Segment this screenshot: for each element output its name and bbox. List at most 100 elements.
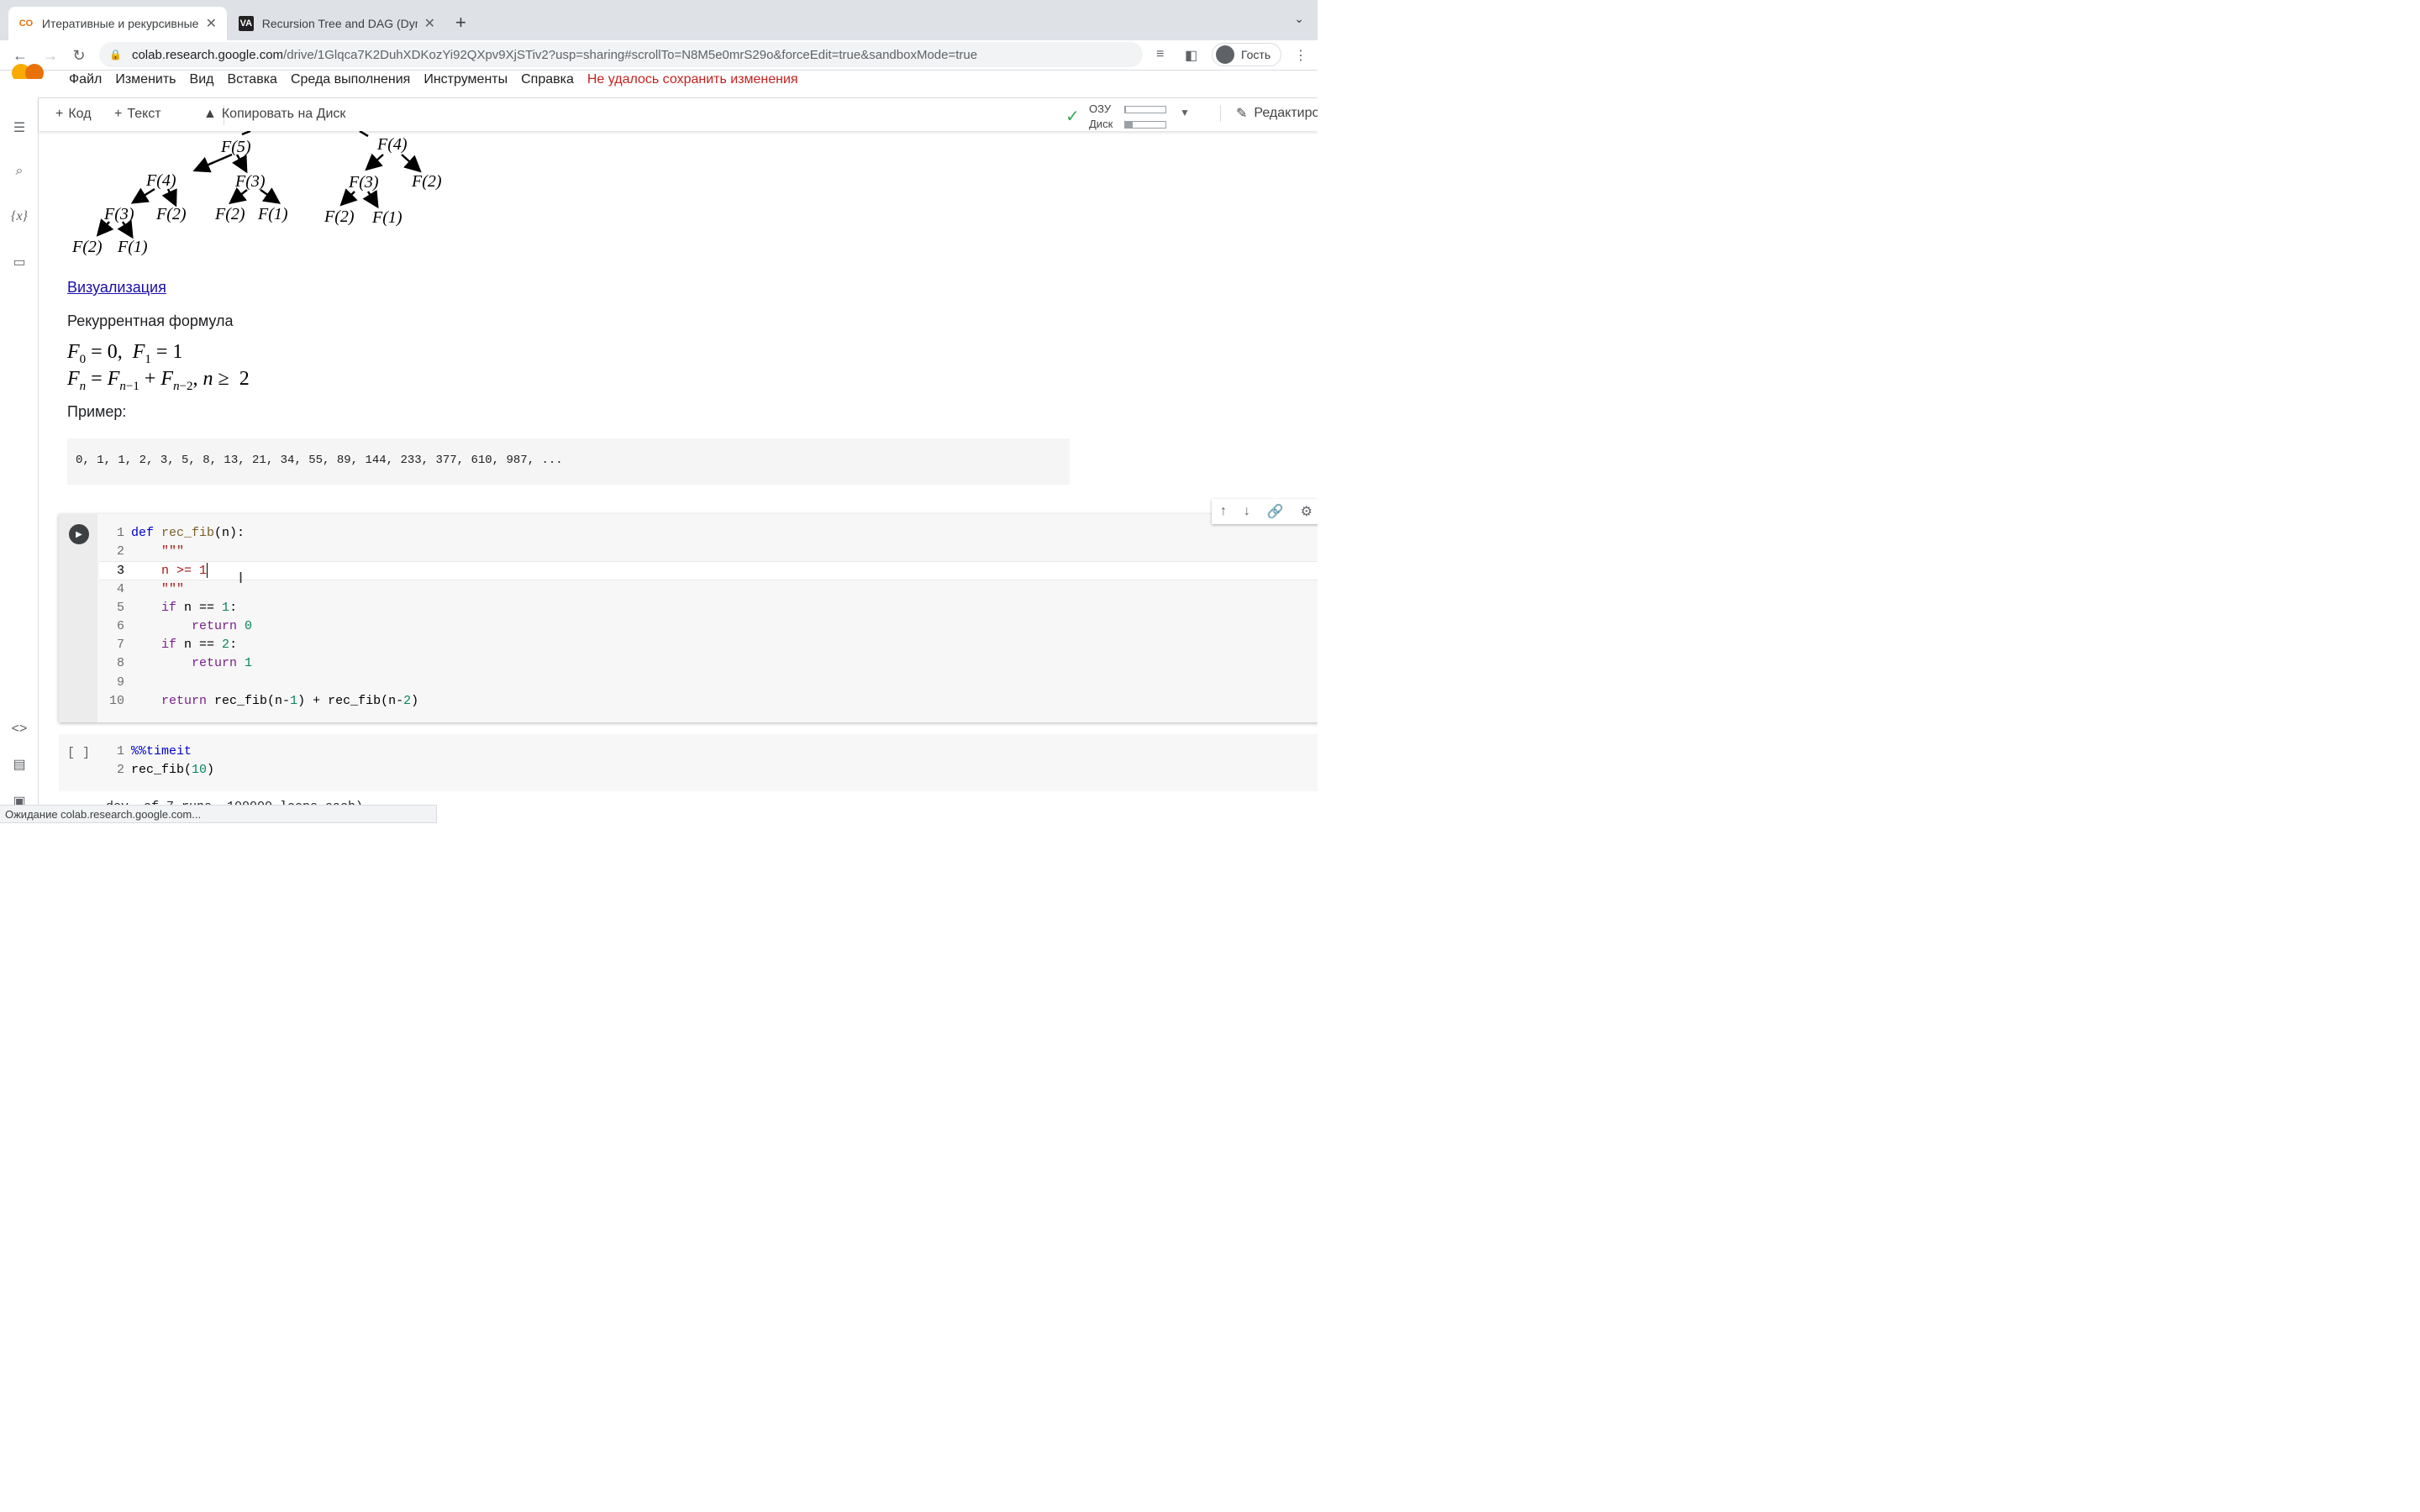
formula-line-2: Fn = Fn−1 + Fn−2, n ≥ 2 [67, 368, 250, 393]
url-text: colab.research.google.com/drive/1Glqca7K… [131, 47, 978, 62]
code-line: 8 return 1 [116, 656, 253, 671]
code-editor[interactable]: 1 def rec_fib(n): 2 """ 3 n >= 1 4 """ 5 … [99, 524, 1318, 711]
tab-title: Итеративные и рекурсивные [41, 17, 199, 30]
code-cell-timeit[interactable]: [ ] 1 %%timeit 2 rec_fib(10) [59, 734, 1318, 791]
disk-label: Диск [1089, 118, 1113, 130]
copy-to-drive-button[interactable]: ▲ Копировать на Диск [203, 107, 345, 122]
tab-search-icon[interactable]: ⌄ [1294, 12, 1304, 26]
variables-icon[interactable]: {x} [9, 207, 29, 227]
cell-gutter [59, 514, 97, 722]
disk-bar [1124, 121, 1166, 129]
code-line: 5 if n == 1: [116, 600, 238, 615]
browser-toolbar: ← → ↻ 🔒 colab.research.google.com/drive/… [0, 40, 1318, 71]
tree-node: F(1) [372, 208, 402, 227]
side-panel-icon[interactable]: ◧ [1185, 47, 1197, 64]
back-icon[interactable]: ← [10, 45, 30, 66]
menu-help[interactable]: Справка [521, 72, 574, 87]
tree-node: F(2) [72, 238, 103, 256]
add-code-button[interactable]: + Код [55, 107, 92, 122]
menu-edit[interactable]: Изменить [115, 72, 176, 87]
menu-insert[interactable]: Вставка [227, 72, 276, 87]
notebook-toolbar: + Код + Текст ▲ Копировать на Диск ✓ ОЗУ Ди… [39, 97, 1318, 131]
tab-inactive[interactable]: VA Recursion Tree and DAG (Dyna ✕ [229, 7, 445, 40]
text-cursor-icon: I [239, 570, 244, 586]
tree-node: F(2) [215, 205, 245, 223]
sequence-code-block: 0, 1, 1, 2, 3, 5, 8, 13, 21, 34, 55, 89,… [67, 438, 1070, 485]
colab-icon: CO [18, 18, 34, 29]
tab-active[interactable]: CO Итеративные и рекурсивные ✕ [8, 7, 227, 40]
move-down-icon[interactable]: ↓ [1244, 504, 1250, 519]
chevron-down-icon[interactable]: ▼ [1180, 107, 1190, 118]
tree-node: F(1) [258, 205, 288, 223]
edit-button[interactable]: ✎Редактиров [1220, 105, 1318, 122]
recursion-tree-image: F(5) F(4) F(3) F(3) F(2) F(2) F(1) F(2) … [64, 131, 467, 265]
code-line: 6 return 0 [116, 618, 253, 633]
code-line: 7 if n == 2: [116, 638, 238, 653]
command-palette-icon[interactable]: ▤ [9, 754, 29, 774]
tab-title: Recursion Tree and DAG (Dyna [261, 17, 418, 30]
tree-node: F(2) [324, 207, 355, 226]
tree-node: F(3) [349, 173, 379, 192]
code-line: 2 """ [116, 544, 185, 559]
menu-file[interactable]: Файл [69, 72, 102, 87]
code-line: 1 def rec_fib(n): [116, 526, 245, 540]
cell-toolbar: ↑ ↓ 🔗 ⚙ [1212, 499, 1318, 524]
left-rail: ☰ ⌕ {x} ▭ <> ▤ ▣ [0, 97, 39, 823]
move-up-icon[interactable]: ↑ [1220, 504, 1227, 519]
save-warning[interactable]: Не удалось сохранить изменения [587, 72, 798, 87]
code-editor[interactable]: 1 %%timeit 2 rec_fib(10) [99, 743, 214, 780]
browser-menu-icon[interactable]: ⋮ [1294, 47, 1307, 64]
tree-node: F(2) [156, 205, 187, 223]
reload-icon[interactable]: ↻ [69, 45, 89, 66]
colab-menubar: Файл Изменить Вид Вставка Среда выполнен… [0, 64, 1318, 96]
tree-node: F(3) [104, 205, 134, 223]
close-tab-icon[interactable]: ✕ [206, 15, 217, 32]
tree-node: F(2) [412, 172, 442, 191]
visualization-link[interactable]: Визуализация [67, 279, 166, 297]
lock-icon[interactable]: 🔒 [109, 49, 122, 60]
formula-line-1: F0 = 0, F1 = 1 [67, 341, 183, 366]
search-icon[interactable]: ⌕ [9, 161, 29, 181]
drive-icon: ▲ [203, 107, 217, 121]
code-line: 10 return rec_fib(n-1) + rec_fib(n-2) [108, 693, 419, 708]
run-cell-button[interactable]: ▶ [69, 524, 89, 544]
profile-button[interactable]: Гость [1212, 43, 1282, 66]
colab-logo[interactable] [12, 64, 55, 79]
address-bar[interactable]: 🔒 colab.research.google.com/drive/1Glqca… [99, 42, 1143, 67]
new-tab-icon[interactable]: + [455, 12, 466, 34]
status-bar: Ожидание colab.research.google.com... [0, 805, 437, 823]
code-line: 2 rec_fib(10) [116, 763, 215, 778]
tree-node: F(3) [235, 172, 266, 191]
code-line: 1 %%timeit [116, 744, 192, 759]
code-snippets-icon[interactable]: <> [9, 719, 29, 739]
execution-count[interactable]: [ ] [67, 746, 90, 760]
notebook-content: F(5) F(4) F(3) F(3) F(2) F(2) F(1) F(2) … [39, 131, 1318, 823]
formula-heading: Рекуррентная формула [67, 312, 234, 329]
close-tab-icon[interactable]: ✕ [424, 15, 435, 32]
media-control-icon[interactable]: ≡ [1156, 47, 1164, 62]
menu-runtime[interactable]: Среда выполнения [291, 72, 410, 87]
menu-view[interactable]: Вид [190, 72, 214, 87]
code-line: 4 """ [116, 581, 185, 596]
text-caret [207, 563, 208, 579]
menu-tools[interactable]: Инструменты [424, 72, 508, 87]
ram-bar [1124, 106, 1166, 113]
va-icon: VA [239, 16, 254, 31]
link-icon[interactable]: 🔗 [1267, 503, 1284, 520]
add-text-button[interactable]: + Текст [114, 107, 161, 122]
browser-tab-bar: CO Итеративные и рекурсивные ✕ VA Recurs… [0, 0, 1318, 40]
menu-items: Файл Изменить Вид Вставка Среда выполнен… [69, 72, 798, 87]
forward-icon[interactable]: → [40, 45, 60, 66]
plus-icon: + [114, 107, 123, 121]
tree-node: F(5) [221, 138, 251, 156]
tree-node: F(4) [146, 171, 176, 190]
tree-node: F(4) [377, 135, 408, 154]
files-icon[interactable]: ▭ [9, 252, 29, 272]
plus-icon: + [55, 107, 64, 121]
resources-indicator[interactable]: ✓ ОЗУ Диск ▼ [1065, 101, 1225, 130]
pencil-icon: ✎ [1236, 107, 1248, 121]
table-of-contents-icon[interactable]: ☰ [9, 118, 29, 138]
gear-icon[interactable]: ⚙ [1301, 503, 1313, 520]
code-cell-rec-fib[interactable]: ▶ 1 def rec_fib(n): 2 """ 3 n >= 1 4 """ … [59, 514, 1318, 722]
example-heading: Пример: [67, 403, 127, 420]
